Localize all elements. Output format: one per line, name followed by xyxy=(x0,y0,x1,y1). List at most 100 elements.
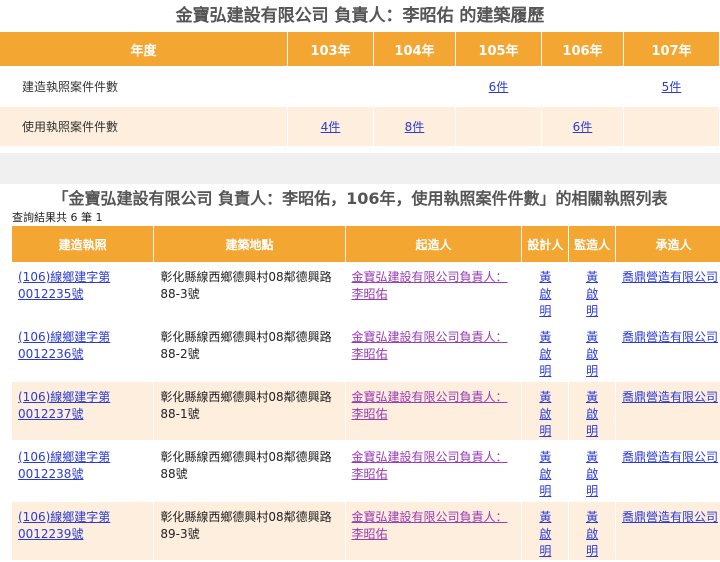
summary-section: 金寶弘建設有限公司 負責人：李昭佑 的建築履歷 年度 103年 104年 105… xyxy=(0,0,720,147)
cell-103 xyxy=(288,67,374,107)
table-row: (106)線鄉建字第0012237號 彰化縣線西鄉德興村08鄰德興路88-1號 … xyxy=(12,382,720,442)
designer-cell[interactable]: 黃啟明 xyxy=(522,382,570,442)
designer-link[interactable]: 黃啟明 xyxy=(538,449,552,500)
permit-link[interactable]: (106)線鄉建字第0012238號 xyxy=(18,450,110,481)
permit-cell[interactable]: (106)線鄉建字第0012237號 xyxy=(12,382,155,442)
count-link[interactable]: 4件 xyxy=(321,120,341,134)
header-106: 106年 xyxy=(542,32,624,67)
table-row: (106)線鄉建字第0012238號 彰化縣線西鄉德興村08鄰德興路88號 金寶… xyxy=(12,442,720,502)
supervisor-link[interactable]: 黃啟明 xyxy=(585,389,599,440)
header-builder: 起造人 xyxy=(345,226,523,262)
cell-107[interactable]: 5件 xyxy=(624,67,720,107)
permit-cell[interactable]: (106)線鄉建字第0012236號 xyxy=(12,322,155,382)
permit-cell[interactable]: (106)線鄉建字第0012238號 xyxy=(12,442,155,502)
header-contractor: 承造人 xyxy=(616,226,720,262)
designer-cell[interactable]: 黃啟明 xyxy=(522,502,570,562)
header-104: 104年 xyxy=(374,32,456,67)
supervisor-link[interactable]: 黃啟明 xyxy=(585,329,599,380)
header-107: 107年 xyxy=(624,32,720,67)
contractor-link[interactable]: 喬鼎營造有限公司 xyxy=(622,330,718,344)
cell-106[interactable]: 6件 xyxy=(542,107,624,147)
header-103: 103年 xyxy=(288,32,374,67)
address-cell: 彰化縣線西鄉德興村08鄰德興路88-3號 xyxy=(154,262,346,322)
supervisor-cell[interactable]: 黃啟明 xyxy=(569,262,616,322)
contractor-cell[interactable]: 喬鼎營造有限公司 xyxy=(616,262,720,322)
builder-link[interactable]: 金寶弘建設有限公司負責人：李昭佑 xyxy=(352,390,508,421)
builder-link[interactable]: 金寶弘建設有限公司負責人：李昭佑 xyxy=(352,330,508,361)
permit-link[interactable]: (106)線鄉建字第0012235號 xyxy=(18,270,110,301)
builder-link[interactable]: 金寶弘建設有限公司負責人：李昭佑 xyxy=(352,270,508,301)
contractor-link[interactable]: 喬鼎營造有限公司 xyxy=(622,450,718,464)
permit-cell[interactable]: (106)線鄉建字第0012239號 xyxy=(12,502,155,562)
builder-link[interactable]: 金寶弘建設有限公司負責人：李昭佑 xyxy=(352,510,508,541)
designer-link[interactable]: 黃啟明 xyxy=(538,329,552,380)
builder-cell[interactable]: 金寶弘建設有限公司負責人：李昭佑 xyxy=(345,322,523,382)
contractor-link[interactable]: 喬鼎營造有限公司 xyxy=(622,270,718,284)
designer-link[interactable]: 黃啟明 xyxy=(538,269,552,320)
builder-cell[interactable]: 金寶弘建設有限公司負責人：李昭佑 xyxy=(345,442,523,502)
address-cell: 彰化縣線西鄉德興村08鄰德興路89-3號 xyxy=(154,502,346,562)
row-label: 使用執照案件件數 xyxy=(0,107,288,147)
summary-header-row: 年度 103年 104年 105年 106年 107年 xyxy=(0,32,720,67)
count-link[interactable]: 5件 xyxy=(662,80,682,94)
table-row: (106)線鄉建字第0012239號 彰化縣線西鄉德興村08鄰德興路89-3號 … xyxy=(12,502,720,562)
header-designer: 設計人 xyxy=(522,226,570,262)
header-permit: 建造執照 xyxy=(12,226,155,262)
contractor-link[interactable]: 喬鼎營造有限公司 xyxy=(622,510,718,524)
header-supervisor: 監造人 xyxy=(569,226,616,262)
builder-link[interactable]: 金寶弘建設有限公司負責人：李昭佑 xyxy=(352,450,508,481)
cell-106 xyxy=(542,67,624,107)
count-link[interactable]: 6件 xyxy=(489,80,509,94)
summary-table: 年度 103年 104年 105年 106年 107年 建造執照案件件數 6件 … xyxy=(0,32,720,147)
designer-link[interactable]: 黃啟明 xyxy=(538,509,552,560)
header-address: 建築地點 xyxy=(154,226,346,262)
contractor-cell[interactable]: 喬鼎營造有限公司 xyxy=(616,442,720,502)
summary-row-construction: 建造執照案件件數 6件 5件 xyxy=(0,67,720,107)
table-row: (106)線鄉建字第0012235號 彰化縣線西鄉德興村08鄰德興路88-3號 … xyxy=(12,262,720,322)
designer-link[interactable]: 黃啟明 xyxy=(538,389,552,440)
cell-105[interactable]: 6件 xyxy=(456,67,542,107)
permit-link[interactable]: (106)線鄉建字第0012236號 xyxy=(18,330,110,361)
builder-cell[interactable]: 金寶弘建設有限公司負責人：李昭佑 xyxy=(345,502,523,562)
contractor-cell[interactable]: 喬鼎營造有限公司 xyxy=(616,382,720,442)
cell-107 xyxy=(624,107,720,147)
address-cell: 彰化縣線西鄉德興村08鄰德興路88號 xyxy=(154,442,346,502)
contractor-cell[interactable]: 喬鼎營造有限公司 xyxy=(616,322,720,382)
address-cell: 彰化縣線西鄉德興村08鄰德興路88-1號 xyxy=(154,382,346,442)
contractor-cell[interactable]: 喬鼎營造有限公司 xyxy=(616,502,720,562)
permit-link[interactable]: (106)線鄉建字第0012237號 xyxy=(18,390,110,421)
permit-link[interactable]: (106)線鄉建字第0012239號 xyxy=(18,510,110,541)
address-cell: 彰化縣線西鄉德興村08鄰德興路88-2號 xyxy=(154,322,346,382)
list-section: 「金寶弘建設有限公司 負責人：李昭佑，106年，使用執照案件件數」的相關執照列表… xyxy=(0,184,720,562)
table-row: (106)線鄉建字第0012236號 彰化縣線西鄉德興村08鄰德興路88-2號 … xyxy=(12,322,720,382)
cell-104[interactable]: 8件 xyxy=(374,107,456,147)
permit-cell[interactable]: (106)線鄉建字第0012235號 xyxy=(12,262,155,322)
section-divider xyxy=(0,153,720,184)
list-title: 「金寶弘建設有限公司 負責人：李昭佑，106年，使用執照案件件數」的相關執照列表 xyxy=(52,189,668,208)
supervisor-cell[interactable]: 黃啟明 xyxy=(569,502,616,562)
summary-row-usage: 使用執照案件件數 4件 8件 6件 xyxy=(0,107,720,147)
row-label: 建造執照案件件數 xyxy=(0,67,288,107)
cell-104 xyxy=(374,67,456,107)
designer-cell[interactable]: 黃啟明 xyxy=(522,442,570,502)
supervisor-cell[interactable]: 黃啟明 xyxy=(569,442,616,502)
count-link[interactable]: 8件 xyxy=(405,120,425,134)
summary-title: 金寶弘建設有限公司 負責人：李昭佑 的建築履歷 xyxy=(175,6,545,26)
result-count: 查詢結果共 6 筆 1 xyxy=(12,211,103,224)
supervisor-link[interactable]: 黃啟明 xyxy=(585,509,599,560)
supervisor-link[interactable]: 黃啟明 xyxy=(585,449,599,500)
supervisor-cell[interactable]: 黃啟明 xyxy=(569,322,616,382)
builder-cell[interactable]: 金寶弘建設有限公司負責人：李昭佑 xyxy=(345,262,523,322)
designer-cell[interactable]: 黃啟明 xyxy=(522,262,570,322)
header-105: 105年 xyxy=(456,32,542,67)
cell-103[interactable]: 4件 xyxy=(288,107,374,147)
contractor-link[interactable]: 喬鼎營造有限公司 xyxy=(622,390,718,404)
count-link[interactable]: 6件 xyxy=(573,120,593,134)
permit-table: 建造執照 建築地點 起造人 設計人 監造人 承造人 (106)線鄉建字第0012… xyxy=(12,226,720,562)
permit-header-row: 建造執照 建築地點 起造人 設計人 監造人 承造人 xyxy=(12,226,720,262)
supervisor-cell[interactable]: 黃啟明 xyxy=(569,382,616,442)
designer-cell[interactable]: 黃啟明 xyxy=(522,322,570,382)
cell-105 xyxy=(456,107,542,147)
supervisor-link[interactable]: 黃啟明 xyxy=(585,269,599,320)
builder-cell[interactable]: 金寶弘建設有限公司負責人：李昭佑 xyxy=(345,382,523,442)
